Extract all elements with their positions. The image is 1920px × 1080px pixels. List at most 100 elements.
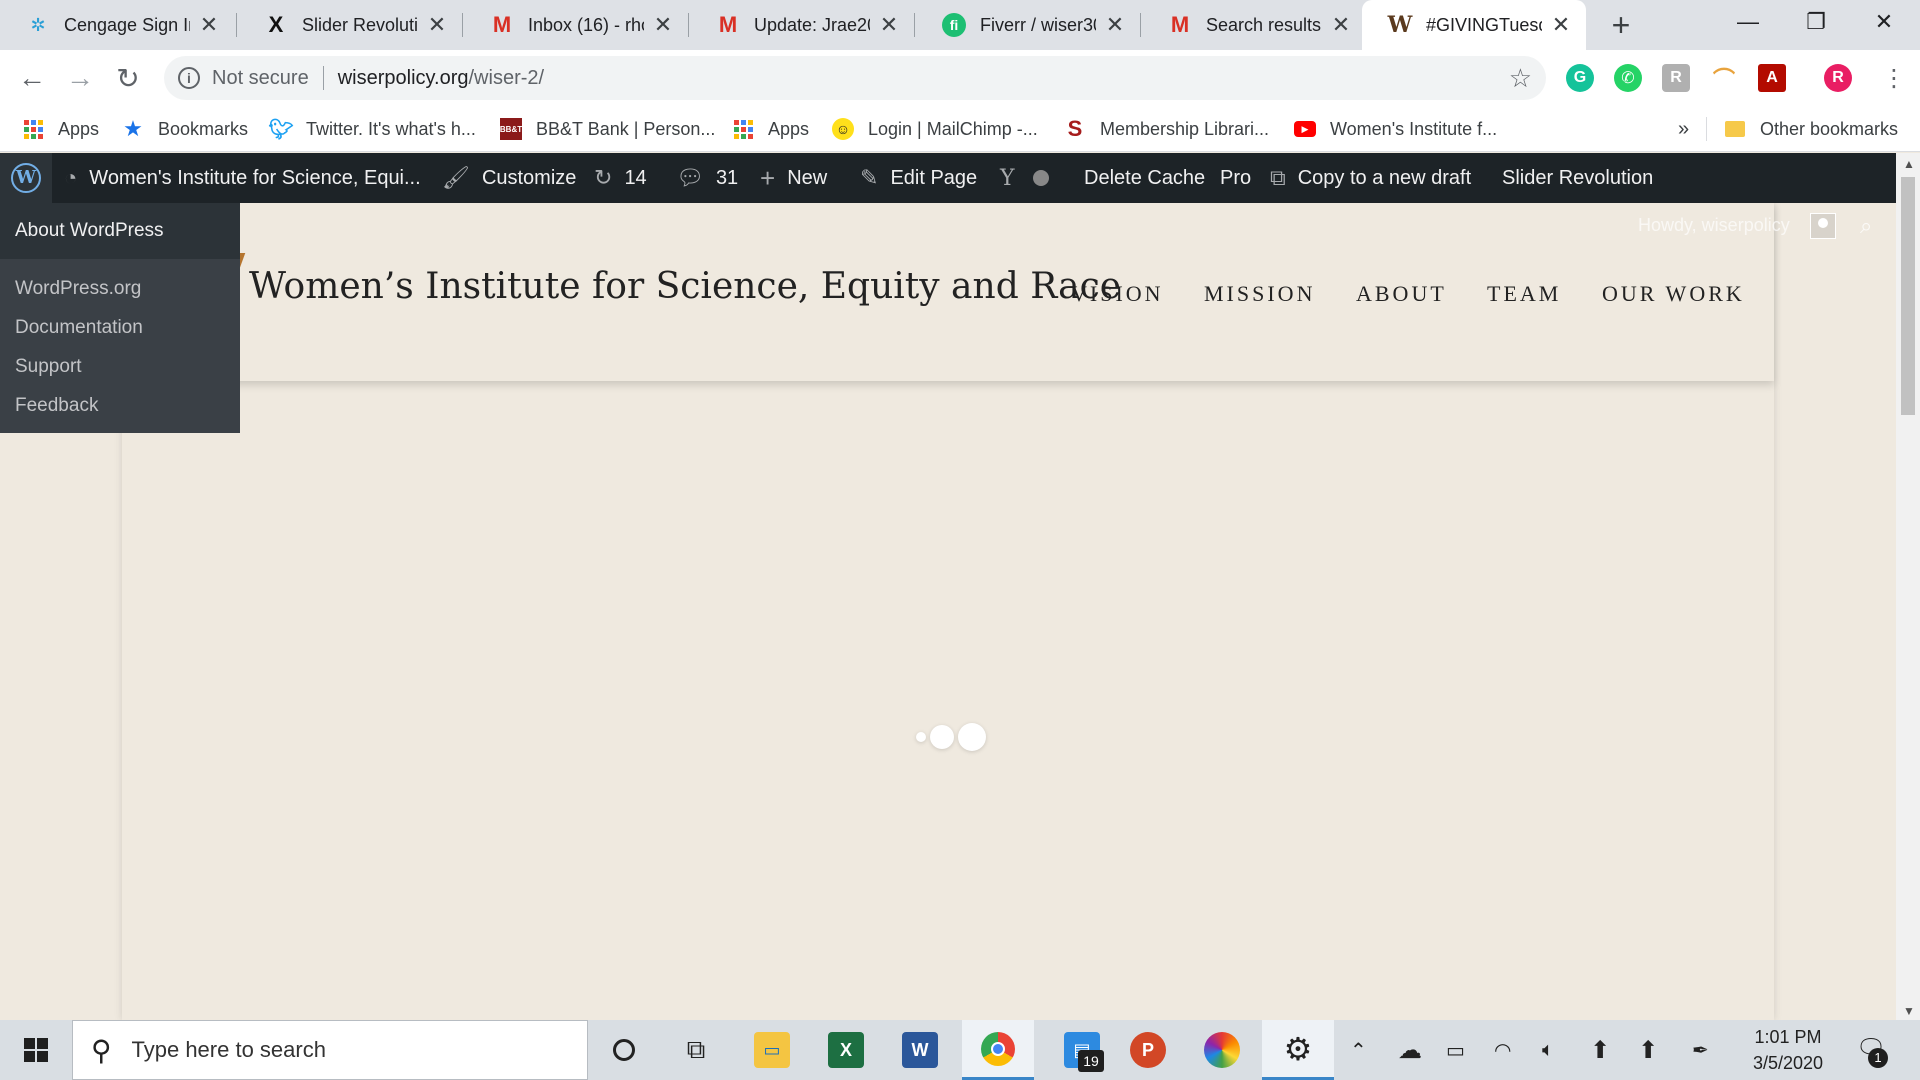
photos-pinwheel-icon[interactable]	[1186, 1020, 1258, 1080]
wp-new[interactable]: + New	[760, 153, 827, 203]
cloud-upload-icon[interactable]: ⬆	[1590, 1020, 1610, 1080]
tab-update[interactable]: M Update: Jrae2019 ✕	[690, 0, 914, 50]
wp-pro[interactable]: Pro	[1220, 153, 1251, 203]
wp-yoast[interactable]: Y	[1000, 153, 1049, 203]
minimize-icon[interactable]: —	[1718, 0, 1778, 44]
taskbar-clock[interactable]: 1:01 PM 3/5/2020	[1740, 1024, 1836, 1076]
chrome-icon[interactable]	[962, 1020, 1034, 1080]
wp-copy-draft[interactable]: ⧉ Copy to a new draft	[1270, 153, 1471, 203]
bookmarks-overflow-icon[interactable]: »	[1678, 106, 1689, 152]
bookmark-folder-bookmarks[interactable]: ★ Bookmarks	[122, 106, 248, 152]
start-button[interactable]	[0, 1020, 72, 1080]
close-tab-icon[interactable]: ✕	[652, 12, 674, 38]
support-item[interactable]: Support	[0, 347, 240, 386]
task-view-icon[interactable]: ⧉	[660, 1020, 732, 1080]
wp-logo-dropdown: About WordPress WordPress.org Documentat…	[0, 203, 240, 433]
nav-mission[interactable]: MISSION	[1204, 281, 1315, 307]
wp-updates[interactable]: ↻ 14	[594, 153, 647, 203]
page-viewport: Women’s Institute for Science, Equity an…	[0, 203, 1896, 1020]
close-tab-icon[interactable]: ✕	[1330, 12, 1352, 38]
settings-gear-icon[interactable]: ⚙	[1262, 1020, 1334, 1080]
bookmark-bbt[interactable]: BB&T BB&T Bank | Person...	[500, 106, 715, 152]
taskbar-search-box[interactable]: ⚲ Type here to search	[72, 1020, 588, 1080]
close-tab-icon[interactable]: ✕	[1550, 12, 1572, 38]
pen-icon[interactable]: ✒	[1692, 1020, 1709, 1080]
wp-slider-revolution[interactable]: Slider Revolution	[1502, 153, 1653, 203]
tab-title: Fiverr / wiser308	[980, 14, 1096, 35]
bookmark-star-icon[interactable]: ☆	[1509, 63, 1532, 94]
feedback-item[interactable]: Feedback	[0, 386, 240, 425]
wordpress-org-item[interactable]: WordPress.org	[0, 269, 240, 308]
other-bookmarks[interactable]: Other bookmarks	[1724, 106, 1898, 152]
bookmark-mailchimp[interactable]: ☺ Login | MailChimp -...	[832, 106, 1038, 152]
info-icon[interactable]: i	[178, 67, 200, 89]
bookmark-apps[interactable]: Apps	[22, 106, 99, 152]
nav-vision[interactable]: VISION	[1071, 281, 1164, 307]
nav-our-work[interactable]: OUR WORK	[1602, 281, 1745, 307]
word-icon[interactable]: W	[884, 1020, 956, 1080]
url-text[interactable]: wiserpolicy.org/wiser-2/	[338, 67, 544, 90]
documentation-item[interactable]: Documentation	[0, 308, 240, 347]
wp-customize[interactable]: 🖌︎ Customize	[442, 153, 576, 203]
onedrive-cloud-icon[interactable]: ☁	[1398, 1020, 1422, 1080]
extension-icon[interactable]: R	[1662, 64, 1690, 92]
reload-icon[interactable]: ↻	[110, 60, 146, 96]
nav-about[interactable]: ABOUT	[1356, 281, 1447, 307]
scroll-thumb[interactable]	[1901, 177, 1915, 415]
site-title[interactable]: Women’s Institute for Science, Equity an…	[249, 266, 1121, 307]
bookmark-label: Bookmarks	[158, 118, 249, 139]
new-tab-icon[interactable]: +	[1604, 8, 1638, 42]
cloud-upload-icon-2[interactable]: ⬆	[1638, 1020, 1658, 1080]
powerpoint-icon[interactable]: P	[1112, 1020, 1184, 1080]
scroll-down-arrow-icon[interactable]: ▼	[1903, 1004, 1915, 1018]
cortana-icon[interactable]	[588, 1020, 660, 1080]
close-tab-icon[interactable]: ✕	[426, 12, 448, 38]
wp-site-name[interactable]: ◔ Women's Institute for Science, Equi...	[64, 153, 421, 203]
file-explorer-icon[interactable]: ▭	[736, 1020, 808, 1080]
bookmark-apps-2[interactable]: Apps	[732, 106, 809, 152]
close-tab-icon[interactable]: ✕	[878, 12, 900, 38]
bookmark-membership[interactable]: S Membership Librari...	[1064, 106, 1269, 152]
tab-fiverr[interactable]: fi Fiverr / wiser308 ✕	[916, 0, 1140, 50]
wp-comments[interactable]: 💬︎ 31	[676, 153, 738, 203]
close-tab-icon[interactable]: ✕	[1104, 12, 1126, 38]
battery-icon[interactable]: ▭	[1446, 1020, 1465, 1080]
dashboard-icon: ◔	[64, 165, 78, 190]
wifi-icon[interactable]: ◠	[1494, 1020, 1511, 1080]
page-scrollbar[interactable]: ▲ ▼	[1896, 153, 1920, 1020]
action-center-icon[interactable]: 🗨︎ 1	[1856, 1034, 1888, 1068]
address-bar[interactable]: i Not secure wiserpolicy.org/wiser-2/ ☆	[164, 56, 1546, 100]
back-arrow-icon[interactable]: ←	[14, 60, 50, 96]
tab-givingtuesday[interactable]: W #GIVINGTuesday ✕	[1362, 0, 1586, 50]
gmail-icon: M	[492, 12, 512, 37]
nav-team[interactable]: TEAM	[1487, 281, 1561, 307]
show-hidden-icons[interactable]: ⌃	[1350, 1020, 1367, 1080]
restore-icon[interactable]: ❐	[1786, 0, 1846, 44]
wp-delete-cache[interactable]: Delete Cache	[1084, 153, 1205, 203]
search-icon[interactable]: ⌕	[1860, 213, 1872, 239]
close-window-icon[interactable]: ✕	[1854, 0, 1914, 44]
bookmark-womens-institute[interactable]: ▶ Women's Institute f...	[1294, 106, 1497, 152]
tab-inbox[interactable]: M Inbox (16) - rhon ✕	[464, 0, 688, 50]
about-wordpress-item[interactable]: About WordPress	[0, 203, 240, 259]
kebab-menu-icon[interactable]: ⋮	[1876, 60, 1912, 96]
tab-strip: ✲ Cengage Sign In ✕ X Slider Revolution …	[0, 0, 1920, 50]
rainbow-extension-icon[interactable]: ⌒	[1710, 64, 1738, 92]
tab-slider-revolution[interactable]: X Slider Revolution ✕	[238, 0, 462, 50]
bookmark-twitter[interactable]: 🐦︎ Twitter. It's what's h...	[268, 106, 476, 152]
user-avatar-icon[interactable]	[1810, 213, 1836, 239]
profile-avatar[interactable]: R	[1824, 64, 1852, 92]
acrobat-icon[interactable]: A	[1758, 64, 1786, 92]
whatsapp-icon[interactable]: ✆	[1614, 64, 1642, 92]
grammarly-icon[interactable]: G	[1566, 64, 1594, 92]
volume-icon[interactable]: 🔈︎	[1542, 1020, 1554, 1080]
howdy-user-label[interactable]: Howdy, wiserpolicy	[1638, 215, 1790, 236]
close-tab-icon[interactable]: ✕	[198, 12, 220, 38]
tab-cengage[interactable]: ✲ Cengage Sign In ✕	[0, 0, 234, 50]
excel-icon[interactable]: X	[810, 1020, 882, 1080]
forward-arrow-icon[interactable]: →	[62, 60, 98, 96]
scroll-up-arrow-icon[interactable]: ▲	[1903, 157, 1915, 171]
tab-search-results[interactable]: M Search results - ✕	[1142, 0, 1366, 50]
wordpress-logo-icon[interactable]: W	[0, 153, 52, 203]
wp-edit-page[interactable]: ✎ Edit Page	[860, 153, 977, 203]
